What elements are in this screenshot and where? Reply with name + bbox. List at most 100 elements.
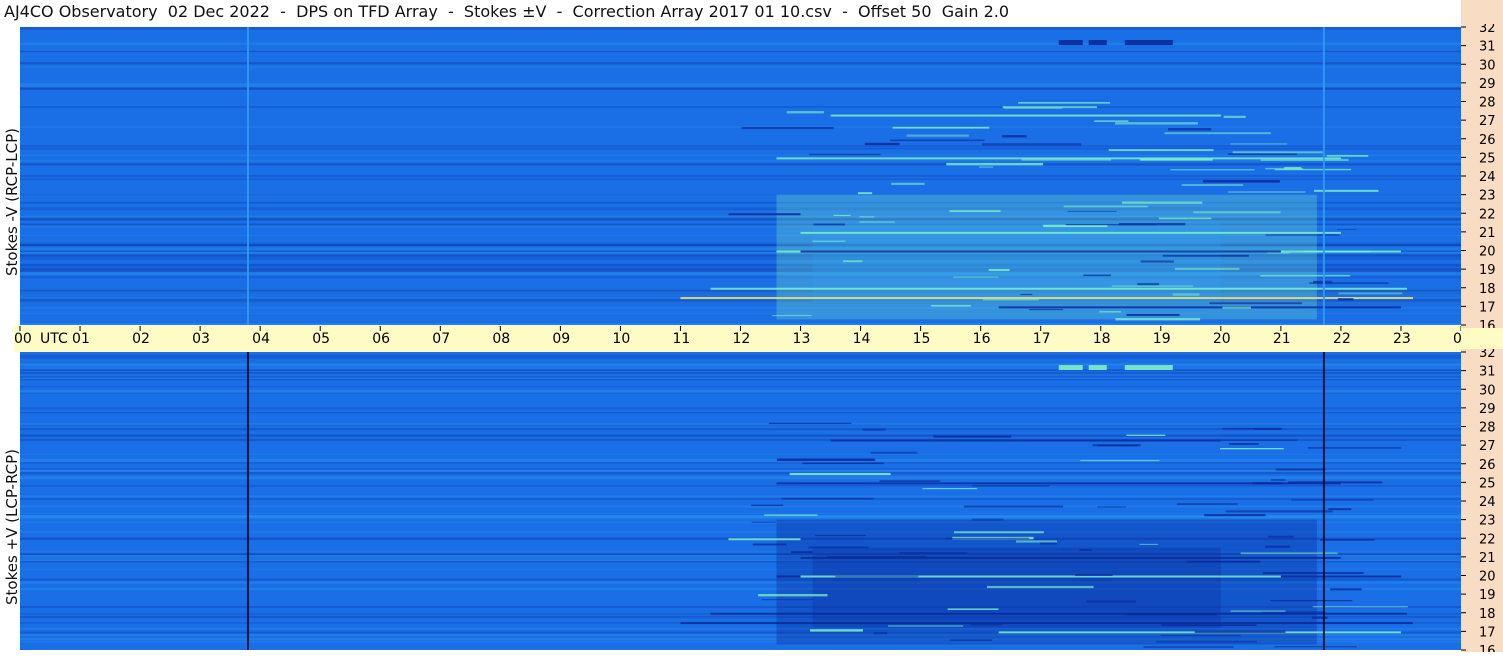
signal-speckle xyxy=(1186,560,1261,563)
signal-speckle xyxy=(1115,318,1201,321)
signal-speckle xyxy=(1337,228,1357,230)
signal-streak xyxy=(680,297,1413,300)
time-tick-label: 13 xyxy=(793,331,811,347)
signal-speckle xyxy=(1311,616,1328,619)
signal-speckle xyxy=(906,134,969,137)
band-texture xyxy=(20,367,1461,370)
frequency-axis-top: 16 17 18 19 20 21 22 23 24 25 26 27 28 29 30 31 32 xyxy=(1461,21,1503,334)
time-tick-label: 03 xyxy=(192,331,210,347)
header-right-strip xyxy=(1461,0,1503,24)
signal-speckle xyxy=(857,192,873,195)
band-texture xyxy=(20,407,1461,410)
signal-speckle xyxy=(781,497,875,500)
signal-speckle xyxy=(776,458,876,461)
signal-speckle xyxy=(1268,535,1294,538)
signal-speckle xyxy=(1097,444,1138,447)
signal-speckle xyxy=(1065,224,1157,226)
freq-tick-label: 31 xyxy=(1479,40,1496,55)
time-tick-label: 07 xyxy=(432,331,450,347)
band-texture xyxy=(20,147,1461,150)
freq-tick-label: 17 xyxy=(1479,300,1496,315)
signal-speckle xyxy=(953,531,1044,534)
signal-speckle xyxy=(1225,510,1333,513)
signal-speckle xyxy=(879,480,941,482)
signal-speckle xyxy=(862,428,886,431)
signal-speckle xyxy=(802,462,884,465)
signal-speckle xyxy=(1320,539,1375,541)
signal-speckle xyxy=(1108,149,1214,152)
band-texture xyxy=(20,372,1461,374)
signal-speckle xyxy=(809,629,863,632)
signal-streak xyxy=(998,306,1401,309)
band-texture xyxy=(20,485,1461,487)
signal-speckle xyxy=(1330,588,1362,591)
signal-speckle xyxy=(859,221,895,223)
signal-speckle xyxy=(751,521,776,523)
freq-tick-label: 16 xyxy=(1479,644,1496,652)
signal-speckle xyxy=(1063,205,1148,208)
signal-speckle xyxy=(970,623,1003,626)
signal-speckle xyxy=(1181,184,1244,187)
signal-speckle xyxy=(1193,211,1281,214)
band-texture xyxy=(20,62,1461,65)
freq-tick-label: 22 xyxy=(1479,207,1496,222)
band-texture xyxy=(20,376,1461,378)
signal-speckle xyxy=(1139,543,1158,545)
freq-tick-label: 23 xyxy=(1479,189,1496,204)
band-texture xyxy=(20,512,1461,514)
signal-speckle xyxy=(931,304,971,307)
band-texture xyxy=(20,495,1461,498)
burst-31mhz xyxy=(1124,40,1173,46)
signal-speckle xyxy=(1270,478,1286,481)
signal-speckle xyxy=(1123,614,1218,616)
freq-tick-label: 22 xyxy=(1479,532,1496,547)
signal-speckle xyxy=(1274,168,1352,171)
signal-streak xyxy=(710,287,1407,290)
vertical-marker xyxy=(1322,27,1325,325)
freq-tick-label: 27 xyxy=(1479,439,1496,454)
time-tick-label: 09 xyxy=(552,331,570,347)
signal-speckle xyxy=(1229,443,1259,445)
signal-speckle xyxy=(1328,508,1352,511)
signal-speckle xyxy=(953,276,999,278)
time-tick-label: 23 xyxy=(1393,331,1411,347)
band-texture xyxy=(20,178,1461,180)
signal-speckle xyxy=(1267,252,1291,254)
signal-speckle xyxy=(1158,217,1212,220)
signal-speckle xyxy=(922,488,978,490)
signal-speckle xyxy=(1086,600,1137,603)
signal-streak xyxy=(830,114,1221,117)
signal-speckle xyxy=(1262,572,1364,575)
signal-speckle xyxy=(947,608,999,610)
signal-speckle xyxy=(1020,293,1033,296)
signal-speckle xyxy=(1303,250,1371,253)
signal-speckle xyxy=(1230,143,1288,145)
signal-speckle xyxy=(752,543,787,546)
band-texture xyxy=(20,377,1461,379)
signal-speckle xyxy=(890,139,985,142)
vertical-marker xyxy=(246,27,249,325)
signal-speckle xyxy=(768,422,852,425)
band-texture xyxy=(20,462,1461,464)
signal-speckle xyxy=(1029,308,1064,311)
time-tick-label: 00 xyxy=(14,331,32,347)
signal-speckle xyxy=(1326,154,1369,157)
freq-tick-label: 20 xyxy=(1479,570,1496,585)
signal-speckle xyxy=(1260,158,1349,162)
signal-speckle xyxy=(1079,549,1092,551)
signal-speckle xyxy=(1083,274,1111,277)
band-texture xyxy=(20,323,1461,325)
bottom-panel-label: Stokes +V (LCP-RCP) xyxy=(3,449,21,605)
burst-31mhz xyxy=(1058,365,1083,371)
band-texture xyxy=(20,458,1461,462)
band-texture xyxy=(20,160,1461,162)
freq-tick-label: 21 xyxy=(1479,551,1496,566)
signal-speckle xyxy=(1265,545,1291,548)
signal-speckle xyxy=(1337,298,1354,301)
freq-tick-label: 17 xyxy=(1479,625,1496,640)
freq-tick-label: 26 xyxy=(1479,458,1496,473)
band-texture xyxy=(20,126,1461,129)
band-texture xyxy=(20,505,1461,508)
band-texture xyxy=(20,87,1461,90)
signal-speckle xyxy=(1156,640,1257,643)
